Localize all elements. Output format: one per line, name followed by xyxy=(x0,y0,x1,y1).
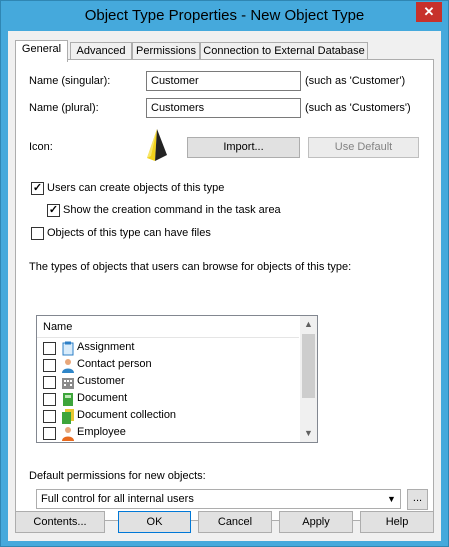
assignment-icon xyxy=(61,341,75,356)
list-item-label: Customer xyxy=(77,375,125,387)
name-plural-label: Name (plural): xyxy=(29,102,99,114)
name-plural-input[interactable]: Customers xyxy=(146,98,301,118)
list-item-label: Document xyxy=(77,392,128,404)
scroll-down-icon[interactable]: ▼ xyxy=(300,425,317,442)
list-item-label: Document collection xyxy=(77,409,177,421)
list-item-label: Assignment xyxy=(77,341,135,353)
list-scrollbar[interactable]: ▲ ▼ xyxy=(300,316,317,442)
show-creation-label[interactable]: Show the creation command in the task ar… xyxy=(63,204,281,216)
apply-button-label: Apply xyxy=(302,516,330,528)
cancel-button-label: Cancel xyxy=(217,516,253,528)
list-item-checkbox[interactable] xyxy=(43,376,56,389)
customer-icon xyxy=(61,375,75,390)
employee-icon xyxy=(61,426,75,441)
users-can-create-label[interactable]: Users can create objects of this type xyxy=(47,182,224,194)
list-item-checkbox[interactable] xyxy=(43,427,56,440)
help-button-label: Help xyxy=(385,516,409,528)
list-item[interactable]: Employee xyxy=(37,425,299,442)
contents-button-label: Contents... xyxy=(33,516,87,528)
name-singular-label: Name (singular): xyxy=(29,75,111,87)
import-icon-button[interactable]: Import... xyxy=(187,137,300,158)
list-item[interactable]: Assignment xyxy=(37,340,299,357)
show-creation-checkbox[interactable]: ✓ xyxy=(47,204,60,217)
list-item-label: Contact person xyxy=(77,358,152,370)
contents-button[interactable]: Contents... xyxy=(15,511,105,533)
have-files-label[interactable]: Objects of this type can have files xyxy=(47,227,211,239)
list-item-checkbox[interactable] xyxy=(43,410,56,423)
have-files-checkbox[interactable] xyxy=(31,227,44,240)
icon-label: Icon: xyxy=(29,141,53,153)
list-item[interactable]: Customer xyxy=(37,374,299,391)
chevron-down-icon[interactable]: ▼ xyxy=(383,490,400,508)
list-item[interactable]: Document collection xyxy=(37,408,299,425)
list-item-checkbox[interactable] xyxy=(43,393,56,406)
browse-types-label: The types of objects that users can brow… xyxy=(29,261,352,273)
close-button[interactable]: ✕ xyxy=(416,2,442,22)
list-item-checkbox[interactable] xyxy=(43,342,56,355)
default-permissions-value: Full control for all internal users xyxy=(41,493,194,505)
tab-advanced[interactable]: Advanced xyxy=(70,42,132,60)
close-icon: ✕ xyxy=(423,4,435,19)
scroll-thumb[interactable] xyxy=(302,334,315,398)
ok-button[interactable]: OK xyxy=(118,511,191,533)
tab-general[interactable]: General xyxy=(15,40,68,62)
list-column-header-name[interactable]: Name xyxy=(37,316,299,338)
name-singular-input[interactable]: Customer xyxy=(146,71,301,91)
permissions-ellipsis-button[interactable]: ... xyxy=(407,489,428,510)
name-plural-hint: (such as 'Customers') xyxy=(305,102,411,114)
title-bar[interactable]: Object Type Properties - New Object Type… xyxy=(1,1,448,33)
window-title: Object Type Properties - New Object Type xyxy=(84,7,365,24)
scroll-up-icon[interactable]: ▲ xyxy=(300,316,317,333)
import-button-label: Import... xyxy=(223,141,264,153)
tab-permissions[interactable]: Permissions xyxy=(132,42,200,60)
list-item-label: Employee xyxy=(77,426,126,438)
users-can-create-checkbox[interactable]: ✓ xyxy=(31,182,44,195)
browse-types-list[interactable]: Name Assignment Contact person Customer … xyxy=(36,315,318,443)
tab-connection-external-db[interactable]: Connection to External Database xyxy=(200,42,368,60)
list-item-checkbox[interactable] xyxy=(43,359,56,372)
document-collection-icon xyxy=(61,409,75,424)
name-singular-hint: (such as 'Customer') xyxy=(305,75,406,87)
document-icon xyxy=(61,392,75,407)
ok-button-label: OK xyxy=(146,516,163,528)
use-default-button[interactable]: Use Default xyxy=(308,137,419,158)
cancel-button[interactable]: Cancel xyxy=(198,511,272,533)
default-permissions-label: Default permissions for new objects: xyxy=(29,470,206,482)
general-tab-page: Name (singular): Customer (such as 'Cust… xyxy=(15,59,434,521)
dialog-window: Object Type Properties - New Object Type… xyxy=(0,0,449,547)
dialog-client: General Advanced Permissions Connection … xyxy=(8,31,441,541)
list-item[interactable]: Document xyxy=(37,391,299,408)
contact-person-icon xyxy=(61,358,75,373)
list-item[interactable]: Contact person xyxy=(37,357,299,374)
use-default-label: Use Default xyxy=(334,141,393,153)
ellipsis-label: ... xyxy=(412,492,423,504)
apply-button[interactable]: Apply xyxy=(279,511,353,533)
help-button[interactable]: Help xyxy=(360,511,434,533)
default-permissions-select[interactable]: Full control for all internal users ▼ xyxy=(36,489,401,509)
object-type-pyramid-icon xyxy=(146,128,168,162)
